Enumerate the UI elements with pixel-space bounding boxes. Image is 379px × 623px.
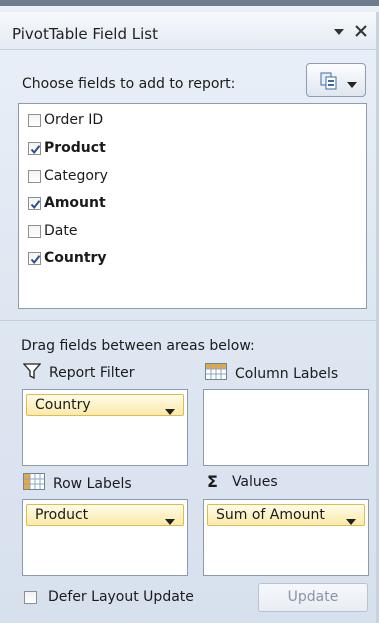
chevron-down-icon <box>347 77 357 88</box>
area-title: Values <box>231 473 278 490</box>
field-checkbox[interactable] <box>28 141 41 155</box>
field-name: Product <box>44 140 106 156</box>
field-item-amount[interactable]: Amount <box>28 192 106 214</box>
chevron-down-icon <box>165 402 175 415</box>
layout-icon <box>319 71 339 91</box>
report-filter-area[interactable]: Country <box>22 389 188 466</box>
report-filter-field-chip[interactable]: Country <box>26 394 184 416</box>
field-name: Category <box>44 168 108 184</box>
values-label: Σ Values <box>207 472 278 491</box>
field-item-country[interactable]: Country <box>28 247 107 269</box>
field-checkbox[interactable] <box>28 196 41 210</box>
drag-fields-label: Drag fields between areas below: <box>21 338 255 354</box>
choose-fields-label: Choose fields to add to report: <box>22 76 236 92</box>
pane-title: PivotTable Field List <box>12 25 158 43</box>
checkmark-icon <box>30 199 41 209</box>
row-grid-icon <box>23 473 53 494</box>
update-button[interactable]: Update <box>258 583 368 612</box>
close-icon[interactable] <box>354 24 368 41</box>
field-item-product[interactable]: Product <box>28 137 106 159</box>
area-title: Column Labels <box>235 365 339 382</box>
chip-label: Sum of Amount <box>216 507 325 523</box>
field-list-layout-button[interactable] <box>306 63 366 97</box>
sigma-icon: Σ <box>207 472 218 491</box>
chevron-down-icon <box>346 512 356 525</box>
chevron-down-icon[interactable] <box>333 26 345 38</box>
area-title: Report Filter <box>49 365 135 381</box>
checkmark-icon <box>30 144 41 154</box>
chevron-down-icon <box>165 512 175 525</box>
values-area[interactable]: Sum of Amount <box>203 499 369 576</box>
title-bar: PivotTable Field List <box>0 12 379 50</box>
report-filter-label: Report Filter <box>22 363 135 383</box>
field-name: Order ID <box>44 112 104 128</box>
row-labels-area[interactable]: Product <box>22 499 188 576</box>
field-checkbox[interactable] <box>28 251 41 265</box>
defer-layout-label: Defer Layout Update <box>48 589 194 605</box>
checkmark-icon <box>30 254 41 264</box>
chip-label: Product <box>35 507 89 523</box>
filter-icon <box>22 363 49 383</box>
field-item-category[interactable]: Category <box>28 165 108 187</box>
field-item-date[interactable]: Date <box>28 220 77 242</box>
values-field-chip[interactable]: Sum of Amount <box>207 504 365 526</box>
field-name: Date <box>44 223 78 239</box>
field-name: Amount <box>44 195 106 211</box>
section-divider <box>0 320 379 321</box>
field-checkbox[interactable] <box>28 224 41 238</box>
field-name: Country <box>44 250 107 266</box>
field-checkbox[interactable] <box>28 113 41 127</box>
column-labels-label: Column Labels <box>205 363 338 384</box>
field-checkbox[interactable] <box>28 169 41 183</box>
field-list-box: Order ID Product Category Amount Date Co… <box>18 103 367 309</box>
row-labels-label: Row Labels <box>23 473 132 494</box>
column-grid-icon <box>205 363 235 384</box>
chip-label: Country <box>35 397 91 413</box>
row-labels-field-chip[interactable]: Product <box>26 504 184 526</box>
column-labels-area[interactable] <box>203 389 369 466</box>
area-title: Row Labels <box>53 475 132 492</box>
defer-layout-checkbox[interactable] <box>24 591 37 604</box>
field-item-order-id[interactable]: Order ID <box>28 109 103 131</box>
pivottable-field-list-pane: PivotTable Field List Choose fields to a… <box>0 0 379 623</box>
